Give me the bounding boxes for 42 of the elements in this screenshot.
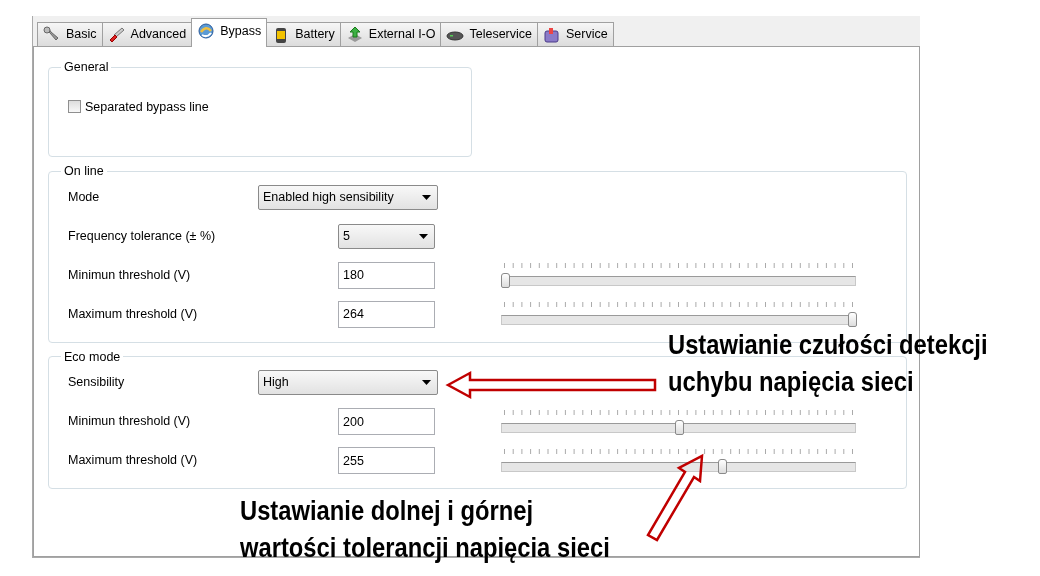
slider-thumb[interactable] (501, 273, 510, 288)
field-label: Frequency tolerance (± %) (68, 227, 217, 245)
tab[interactable]: Basic (37, 22, 103, 46)
slider[interactable] (501, 407, 856, 436)
swirl-icon (197, 22, 216, 40)
dropdown[interactable]: Enabled high sensibility (258, 184, 438, 210)
group-title: On line (63, 165, 105, 178)
caret-icon (422, 380, 431, 385)
slider[interactable] (501, 446, 856, 475)
checkbox-label: Separated bypass line (85, 98, 209, 116)
field-label: Maximum threshold (V) (68, 452, 199, 470)
slider[interactable] (501, 261, 856, 289)
field-label: Sensibility (68, 374, 126, 392)
tab[interactable]: Battery (266, 22, 341, 46)
tab[interactable]: Bypass (191, 18, 268, 47)
slider-thumb[interactable] (717, 458, 727, 474)
input-field[interactable]: 180 (338, 261, 435, 289)
screwdriver-icon (107, 25, 126, 44)
dropdown[interactable]: High (258, 370, 438, 395)
slider[interactable] (501, 300, 856, 328)
field-label: Mode (68, 188, 101, 206)
input-field[interactable]: 255 (338, 447, 435, 474)
slider-thumb[interactable] (848, 312, 857, 327)
caret-icon (422, 194, 431, 200)
input-field[interactable]: 264 (338, 300, 435, 328)
caret-icon (419, 233, 428, 239)
field-label: Maximum threshold (V) (68, 305, 199, 323)
annotation-text: Ustawianie dolnej i górnej wartości tolerancji napięcia sieci (240, 495, 610, 565)
field-label: Minimun threshold (V) (68, 413, 192, 431)
tab[interactable]: External I-O (339, 22, 442, 46)
group-title: Eco mode (63, 350, 122, 363)
dropdown[interactable]: 5 (338, 223, 435, 249)
tab[interactable]: Service (537, 22, 614, 46)
tab[interactable]: Teleservice (440, 22, 538, 46)
annotation-text: Ustawianie czułości detekcji uchybu napięcia sieci (668, 329, 988, 399)
field-label: Minimun threshold (V) (68, 266, 192, 284)
slider-thumb[interactable] (674, 419, 684, 435)
group-title: General (63, 61, 110, 74)
checkbox[interactable] (68, 100, 81, 114)
tab[interactable]: Advanced (101, 22, 193, 46)
input-field[interactable]: 200 (338, 408, 435, 435)
box-icon (543, 25, 561, 44)
